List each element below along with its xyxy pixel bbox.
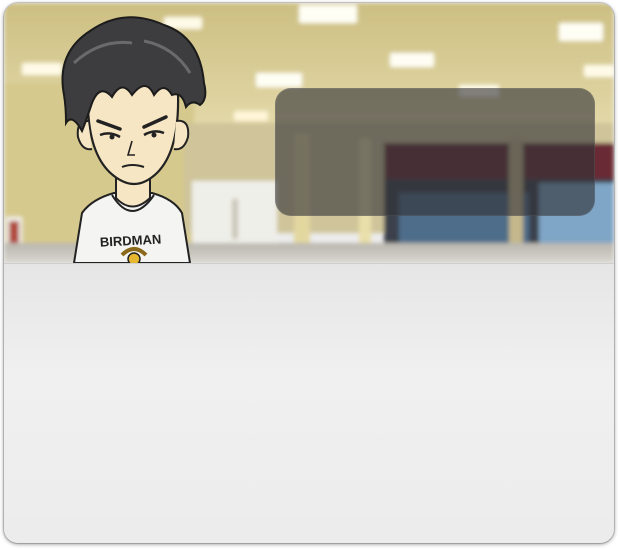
game-window: BIRDMAN — [4, 3, 614, 543]
scene-view: BIRDMAN — [4, 3, 614, 263]
dialog-panel[interactable] — [4, 263, 614, 543]
info-overlay-box — [275, 88, 595, 216]
shirt-text: BIRDMAN — [100, 231, 162, 249]
